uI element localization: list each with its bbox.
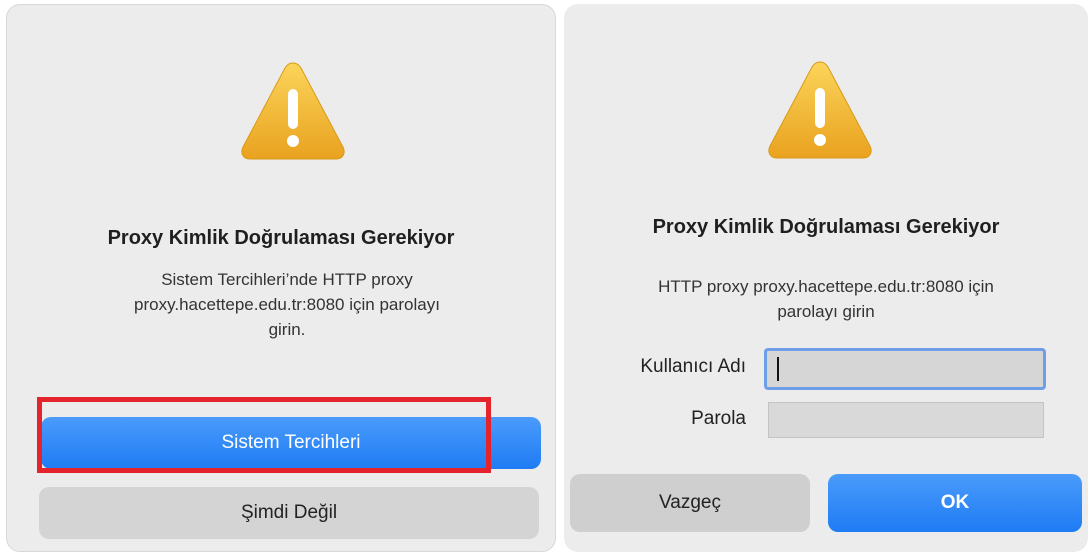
message-line: HTTP proxy proxy.hacettepe.edu.tr:8080 i… bbox=[658, 277, 994, 296]
message-line: proxy.hacettepe.edu.tr:8080 için parolay… bbox=[134, 295, 440, 314]
proxy-auth-dialog-right: Proxy Kimlik Doğrulaması Gerekiyor HTTP … bbox=[564, 4, 1088, 552]
message-line: girin. bbox=[268, 320, 306, 339]
warning-triangle-icon bbox=[241, 62, 345, 160]
password-label: Parola bbox=[691, 408, 746, 429]
dialog-title: Proxy Kimlik Doğrulaması Gerekiyor bbox=[652, 216, 1000, 238]
dialog-message: Sistem Tercihleri’nde HTTP proxy proxy.h… bbox=[62, 267, 512, 342]
username-input[interactable] bbox=[764, 348, 1046, 390]
not-now-button[interactable]: Şimdi Değil bbox=[39, 487, 539, 539]
message-line: parolayı girin bbox=[777, 302, 875, 321]
cancel-button[interactable]: Vazgeç bbox=[570, 474, 810, 532]
username-label: Kullanıcı Adı bbox=[640, 356, 746, 377]
message-line: Sistem Tercihleri’nde HTTP proxy bbox=[161, 270, 413, 289]
system-preferences-button[interactable]: Sistem Tercihleri bbox=[41, 417, 541, 469]
dialog-message: HTTP proxy proxy.hacettepe.edu.tr:8080 i… bbox=[574, 274, 1078, 324]
password-input[interactable] bbox=[768, 402, 1044, 438]
ok-button[interactable]: OK bbox=[828, 474, 1082, 532]
warning-triangle-icon bbox=[768, 61, 872, 159]
text-caret bbox=[777, 357, 779, 381]
proxy-auth-dialog-left: Proxy Kimlik Doğrulaması Gerekiyor Siste… bbox=[6, 4, 556, 552]
dialog-title: Proxy Kimlik Doğrulaması Gerekiyor bbox=[107, 227, 455, 249]
